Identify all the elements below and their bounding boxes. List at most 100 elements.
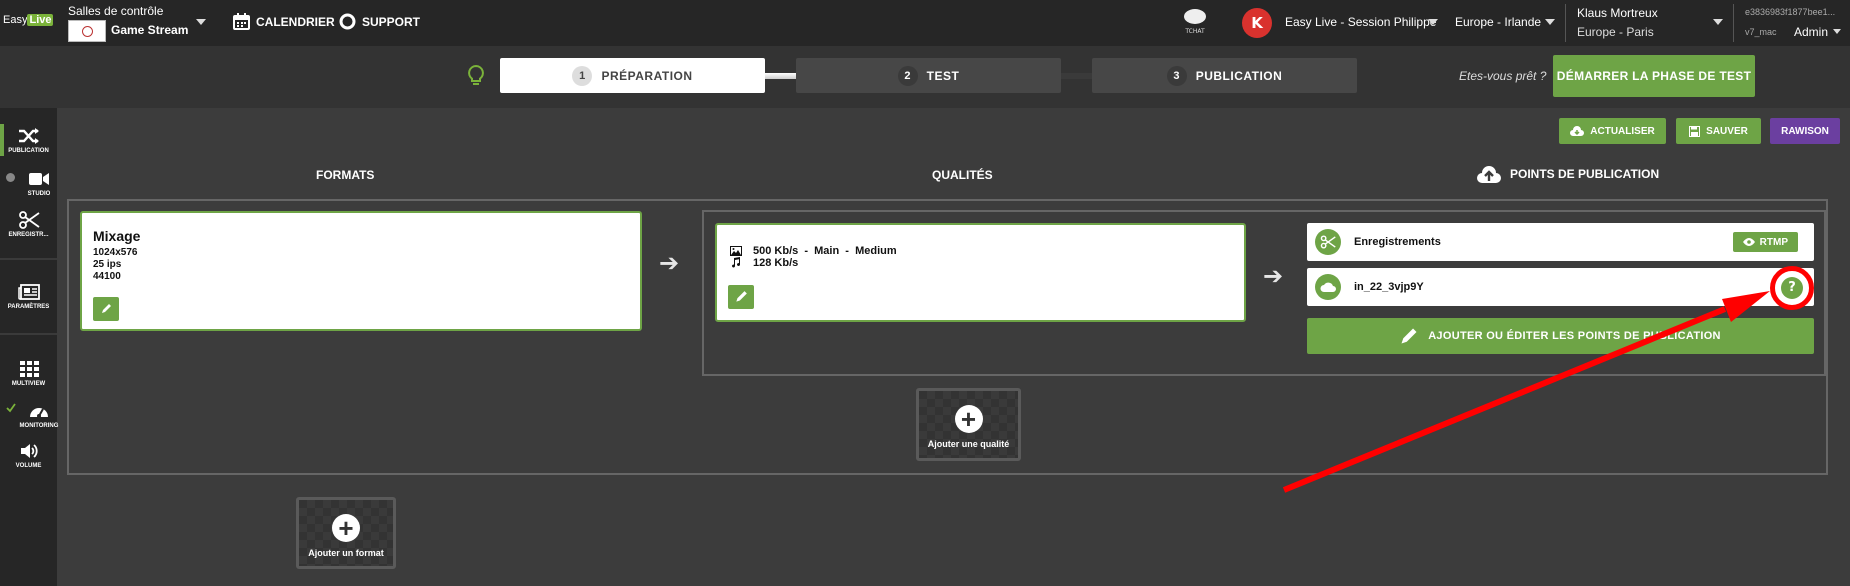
shuffle-icon — [18, 128, 39, 144]
format-fps: 25 ips — [93, 259, 122, 270]
publication-point-row[interactable]: Enregistrements RTMP — [1307, 223, 1814, 261]
image-icon — [730, 246, 742, 256]
role-select[interactable]: Admin — [1794, 25, 1828, 39]
sidebar-item-monitoring[interactable]: MONITORING — [14, 402, 64, 429]
step-number: 1 — [572, 65, 593, 86]
step-preparation[interactable]: 1 PRÉPARATION — [500, 58, 765, 93]
session-select[interactable]: Easy Live - Session Philippe — [1285, 15, 1436, 29]
add-quality-tile[interactable]: + Ajouter une qualité — [916, 388, 1021, 461]
ready-prompt: Etes-vous prêt ? — [1459, 69, 1547, 83]
publication-points-header: POINTS DE PUBLICATION — [1476, 164, 1659, 184]
chat-bubble-icon — [1184, 9, 1206, 24]
avatar[interactable]: K — [1242, 8, 1272, 38]
eye-icon — [1742, 238, 1755, 246]
add-format-label: Ajouter un format — [308, 548, 384, 558]
session-chevron-down-icon[interactable] — [1428, 19, 1438, 25]
format-title: Mixage — [93, 228, 141, 244]
step-test[interactable]: 2 TEST — [796, 58, 1061, 93]
app-logo[interactable]: Easy Live — [3, 14, 54, 26]
add-format-tile[interactable]: + Ajouter un format — [296, 497, 396, 569]
sidebar-divider — [0, 333, 57, 335]
sidebar-label: VOLUME — [15, 463, 42, 469]
lightbulb-icon — [468, 64, 484, 85]
save-label: SAUVER — [1706, 125, 1748, 137]
rtmp-view-button[interactable]: RTMP — [1732, 232, 1798, 252]
nav-support-label: SUPPORT — [362, 14, 421, 29]
role-chevron-down-icon[interactable] — [1833, 29, 1841, 34]
topbar-divider-2 — [1733, 4, 1734, 42]
pencil-icon — [102, 304, 111, 313]
format-resolution: 1024x576 — [93, 247, 138, 258]
pencil-icon — [736, 291, 747, 302]
chat-label: TCHAT — [1185, 28, 1205, 35]
grid-icon — [19, 361, 39, 377]
arrow-right-icon: ➔ — [659, 249, 680, 277]
rawison-button[interactable]: RAWISON — [1770, 118, 1840, 144]
step-label: TEST — [926, 68, 960, 83]
sidebar-label: PARAMÈTRES — [7, 304, 50, 310]
add-quality-label: Ajouter une qualité — [927, 439, 1010, 449]
nav-calendar-label: CALENDRIER — [256, 14, 335, 29]
edit-quality-button[interactable] — [728, 285, 754, 309]
rtmp-label: RTMP — [1759, 236, 1788, 248]
machine-name: v7_mac — [1745, 27, 1777, 37]
annotation-arrow-shaft — [1282, 306, 1727, 493]
lifebuoy-icon — [339, 13, 356, 30]
quality-audio: 128 Kb/s — [753, 257, 799, 269]
session-id: e3836983f1877bee1... — [1745, 7, 1836, 17]
sidebar-item-volume[interactable]: VOLUME — [0, 442, 57, 469]
volume-icon — [20, 444, 38, 458]
region-chevron-down-icon[interactable] — [1545, 19, 1555, 25]
step-number: 2 — [897, 65, 918, 86]
plus-icon: + — [332, 514, 360, 542]
formats-header: FORMATS — [316, 168, 375, 182]
publication-point-icon — [1315, 229, 1341, 255]
nav-support-link[interactable]: SUPPORT — [339, 13, 420, 30]
video-camera-icon — [29, 173, 49, 185]
format-audio: 44100 — [93, 271, 121, 282]
user-timezone: Europe - Paris — [1577, 25, 1654, 39]
qualities-header: QUALITÉS — [932, 168, 993, 182]
publication-points-label: POINTS DE PUBLICATION — [1510, 167, 1660, 181]
refresh-button[interactable]: ACTUALISER — [1559, 118, 1666, 144]
step-label: PRÉPARATION — [601, 68, 693, 83]
quality-card[interactable]: 500 Kb/s - Main - Medium 128 Kb/s — [715, 223, 1246, 322]
edit-format-button[interactable] — [93, 297, 119, 321]
control-rooms-label: Salles de contrôle — [68, 4, 164, 18]
newspaper-icon — [17, 284, 40, 300]
publication-point-label: Enregistrements — [1354, 236, 1441, 248]
save-button[interactable]: SAUVER — [1676, 118, 1761, 144]
step-publication[interactable]: 3 PUBLICATION — [1092, 58, 1357, 93]
dashboard-icon — [30, 408, 48, 418]
stream-name[interactable]: Game Stream — [111, 23, 188, 37]
step-label: PUBLICATION — [1195, 68, 1283, 83]
sidebar-label: MULTIVIEW — [11, 381, 46, 387]
nav-calendar-link[interactable]: CALENDRIER — [233, 13, 335, 30]
sidebar-divider — [0, 258, 57, 260]
cloud-upload-icon — [1477, 166, 1501, 183]
quality-video: 500 Kb/s - Main - Medium — [753, 245, 897, 257]
sidebar-label: MONITORING — [19, 423, 59, 429]
sidebar-item-studio[interactable]: STUDIO — [15, 170, 63, 197]
region-select[interactable]: Europe - Irlande — [1455, 15, 1541, 29]
plus-icon: + — [954, 405, 983, 433]
sidebar-label: STUDIO — [27, 191, 51, 197]
sidebar-item-recordings[interactable]: ENREGISTR... — [0, 211, 57, 238]
user-name[interactable]: Klaus Mortreux — [1577, 6, 1658, 20]
format-card[interactable]: Mixage 1024x576 25 ips 44100 — [80, 211, 642, 331]
sidebar-item-publication[interactable]: PUBLICATION — [0, 127, 57, 154]
topbar-divider — [1565, 4, 1566, 42]
sidebar-item-multiview[interactable]: MULTIVIEW — [0, 360, 57, 387]
refresh-label: ACTUALISER — [1590, 125, 1655, 137]
stream-select-chevron-down-icon[interactable] — [196, 19, 206, 25]
step-number: 3 — [1166, 65, 1187, 86]
sidebar-item-parameters[interactable]: PARAMÈTRES — [0, 283, 57, 310]
step-connector — [765, 73, 797, 79]
step-connector — [1060, 73, 1093, 79]
music-note-icon — [732, 257, 741, 268]
user-chevron-down-icon[interactable] — [1713, 19, 1723, 25]
start-test-phase-button[interactable]: DÉMARRER LA PHASE DE TEST — [1553, 55, 1755, 97]
annotation-arrow-head — [1722, 291, 1770, 322]
chat-button[interactable]: TCHAT — [1178, 9, 1212, 35]
annotation-arrow — [1282, 291, 1770, 493]
